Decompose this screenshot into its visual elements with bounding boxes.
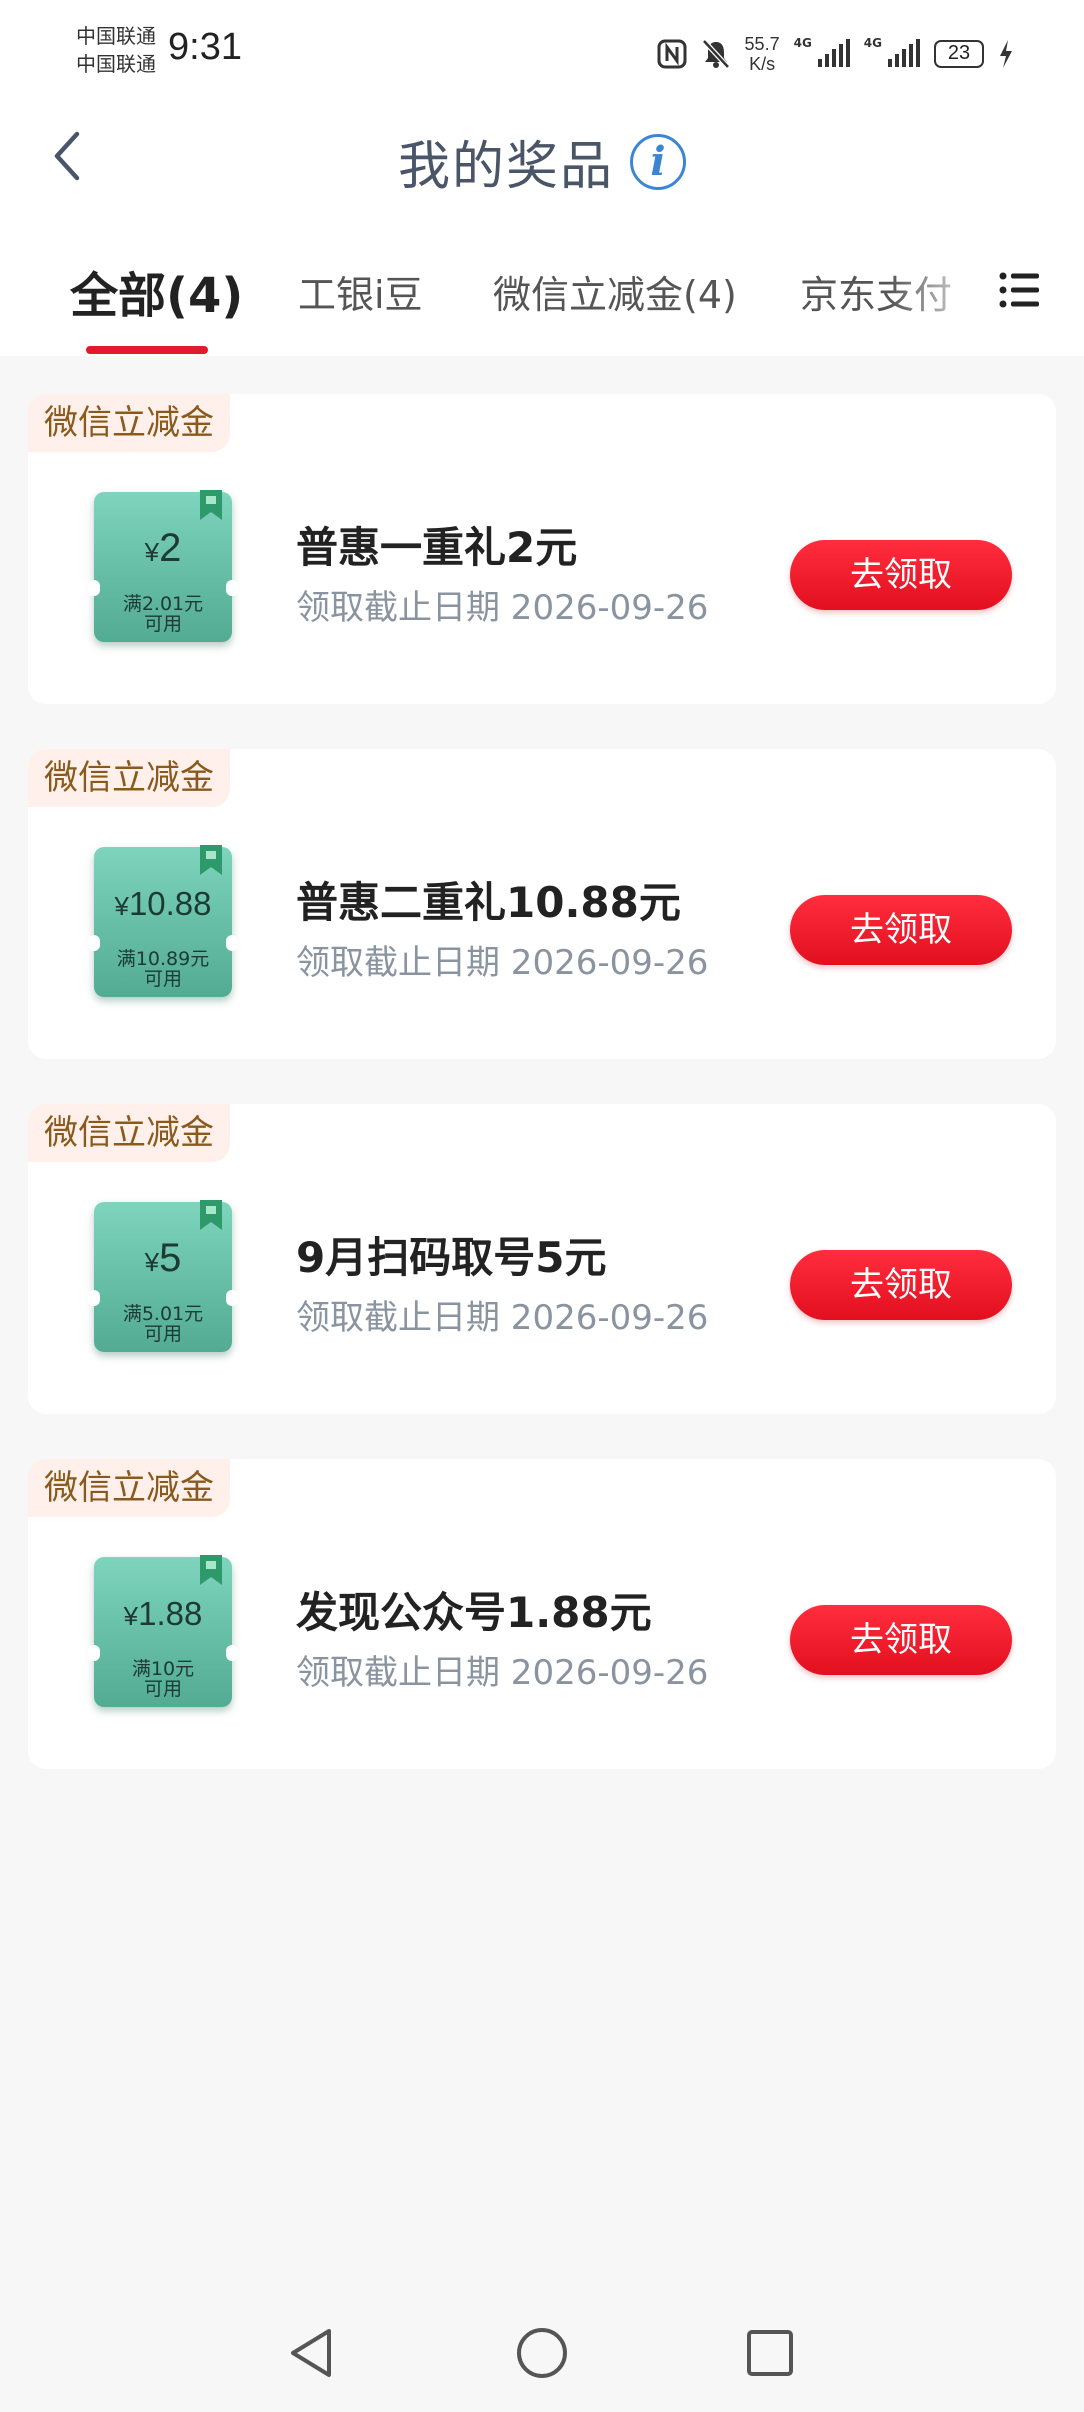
prize-card: 微信立减金 ¥2 满2.01元 可用 普惠一重礼2元 领取截止日期 2026-0… [28,394,1056,704]
prize-card: 微信立减金 ¥1.88 满10元 可用 发现公众号1.88元 领取截止日期 20… [28,1459,1056,1769]
triangle-back-icon [291,2329,331,2377]
coupon-threshold: 满2.01元 [122,593,204,615]
coupon-usable: 可用 [143,1323,182,1345]
coupon-thumbnail: ¥1.88 满10元 可用 [88,1555,238,1707]
tab-icbc-beans[interactable]: 工银i豆 [298,264,423,319]
tab-scroll-fade [890,220,990,340]
network-speed: 55.7 K/s [745,34,780,74]
status-bar: 中国联通 中国联通 9:31 55.7 K/s 4G 4G 23 [0,0,1084,100]
prize-name: 9月扫码取号5元 [296,1233,607,1282]
coupon-threshold: 满10元 [131,1658,195,1680]
coupon-ribbon-icon [200,490,222,520]
coupon-ribbon-icon [200,1200,222,1230]
signal-1-label: 4G [793,36,812,50]
claim-button[interactable]: 去领取 [790,1250,1012,1320]
coupon-currency: ¥ [144,537,160,567]
carrier-name-1: 中国联通 [76,24,156,48]
coupon-threshold: 满5.01元 [122,1303,204,1325]
prize-deadline: 领取截止日期 2026-09-26 [296,1653,709,1693]
carrier-name-2: 中国联通 [76,52,156,76]
network-speed-value: 55.7 [744,34,780,54]
info-icon[interactable]: i [630,133,686,190]
coupon-threshold: 满10.89元 [116,948,210,970]
prize-name: 普惠二重礼10.88元 [296,878,681,927]
coupon-condition: 满2.01元 可用 [94,594,232,634]
coupon-condition: 满10元 可用 [94,1659,232,1699]
prize-name: 发现公众号1.88元 [296,1588,652,1637]
network-speed-unit: K/s [749,54,776,74]
square-recents-icon [747,2330,793,2376]
list-menu-icon [999,272,1039,308]
prize-name: 普惠一重礼2元 [296,523,578,572]
coupon-condition: 满10.89元 可用 [94,949,232,989]
signal-2-label: 4G [863,36,882,50]
prize-category-tag: 微信立减金 [28,749,230,807]
signal-2-icon [886,39,920,69]
coupon-thumbnail: ¥5 满5.01元 可用 [88,1200,238,1352]
category-tabs: 全部(4) 工银i豆 微信立减金(4) 京东支付 [0,220,1084,356]
prize-deadline: 领取截止日期 2026-09-26 [296,588,709,628]
active-tab-indicator [86,346,208,354]
coupon-usable: 可用 [143,968,182,990]
title-group: 我的奖品 i [0,124,1084,199]
nav-home-button[interactable] [507,2318,577,2388]
prize-category-tag: 微信立减金 [28,1104,230,1162]
prize-deadline: 领取截止日期 2026-09-26 [296,943,709,983]
claim-button[interactable]: 去领取 [790,895,1012,965]
page-title: 我的奖品 [397,137,614,197]
nfc-icon [657,39,687,69]
coupon-currency: ¥ [123,1601,139,1631]
coupon-usable: 可用 [143,1678,182,1700]
battery-level: 23 [934,40,984,68]
coupon-ribbon-icon [200,845,222,875]
coupon-value: 10.88 [128,885,212,922]
prize-card: 微信立减金 ¥10.88 满10.89元 可用 普惠二重礼10.88元 领取截止… [28,749,1056,1059]
coupon-thumbnail: ¥10.88 满10.89元 可用 [88,845,238,997]
nav-recents-button[interactable] [735,2318,805,2388]
coupon-amount: ¥2 [94,526,232,571]
claim-button[interactable]: 去领取 [790,1605,1012,1675]
coupon-amount: ¥5 [94,1236,232,1281]
tab-wechat-discount[interactable]: 微信立减金(4) [493,264,737,319]
signal-1-icon [816,39,850,69]
charging-icon [998,39,1014,69]
prize-card: 微信立减金 ¥5 满5.01元 可用 9月扫码取号5元 领取截止日期 2026-… [28,1104,1056,1414]
coupon-currency: ¥ [114,891,129,921]
coupon-amount: ¥10.88 [94,885,232,923]
coupon-thumbnail: ¥2 满2.01元 可用 [88,490,238,642]
coupon-value: 1.88 [138,1595,203,1632]
tab-all[interactable]: 全部(4) [70,256,243,326]
coupon-amount: ¥1.88 [94,1595,232,1633]
prize-category-tag: 微信立减金 [28,1459,230,1517]
coupon-currency: ¥ [144,1247,160,1277]
status-time: 9:31 [168,26,242,68]
coupon-condition: 满5.01元 可用 [94,1304,232,1344]
coupon-usable: 可用 [143,613,182,635]
prize-category-tag: 微信立减金 [28,394,230,452]
circle-home-icon [517,2328,567,2378]
claim-button[interactable]: 去领取 [790,540,1012,610]
coupon-value: 5 [159,1236,182,1280]
system-nav-bar [0,2296,1084,2412]
prize-deadline: 领取截止日期 2026-09-26 [296,1298,709,1338]
nav-back-button[interactable] [276,2318,346,2388]
coupon-ribbon-icon [200,1555,222,1585]
page-header: 我的奖品 i [0,100,1084,220]
coupon-value: 2 [159,526,182,570]
carrier-info: 中国联通 中国联通 [76,22,156,78]
tab-menu-button[interactable] [990,260,1050,320]
mute-bell-icon [701,38,731,70]
status-icons: 55.7 K/s 4G 4G 23 [657,30,1014,78]
